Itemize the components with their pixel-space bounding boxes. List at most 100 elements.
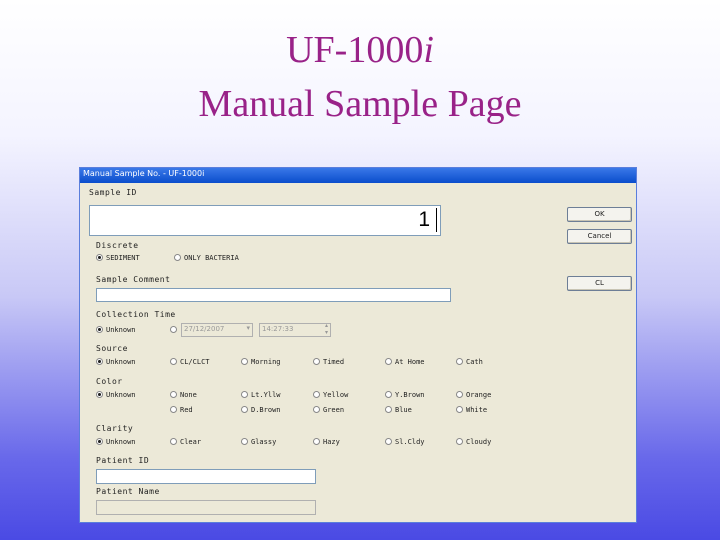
slide-title-line1: UF-1000i xyxy=(0,26,720,74)
color-red-radio[interactable]: Red xyxy=(170,405,193,414)
sample-id-value: 1 xyxy=(418,208,430,231)
color-unknown-radio[interactable]: Unknown xyxy=(96,390,136,399)
color-orange-label: Orange xyxy=(466,391,492,399)
radio-selected-icon xyxy=(96,253,103,261)
sample-id-input[interactable]: 1 xyxy=(89,205,441,236)
collection-time-spinner[interactable]: 14:27:33 ▴ ▾ xyxy=(259,322,331,337)
collection-date-value: 27/12/2007 xyxy=(184,325,225,333)
title-main: UF-1000 xyxy=(286,29,424,71)
radio-icon xyxy=(385,405,392,413)
color-white-label: White xyxy=(466,406,488,414)
color-unknown-label: Unknown xyxy=(106,391,136,399)
radio-icon xyxy=(170,357,177,365)
color-green-label: Green xyxy=(323,406,345,414)
color-none-label: None xyxy=(180,391,197,399)
color-yellow-label: Yellow xyxy=(323,391,349,399)
color-none-radio[interactable]: None xyxy=(170,390,197,399)
radio-icon xyxy=(385,357,392,365)
source-morning-radio[interactable]: Morning xyxy=(241,357,281,366)
clarity-slcldy-radio[interactable]: Sl.Cldy xyxy=(385,437,425,446)
clarity-glassy-label: Glassy xyxy=(251,438,277,446)
radio-icon xyxy=(170,405,177,413)
clarity-glassy-radio[interactable]: Glassy xyxy=(241,437,277,446)
source-timed-label: Timed xyxy=(323,358,345,366)
discrete-label: Discrete xyxy=(96,241,139,250)
color-blue-label: Blue xyxy=(395,406,412,414)
radio-icon xyxy=(170,390,177,398)
radio-icon xyxy=(456,405,463,413)
color-red-label: Red xyxy=(180,406,193,414)
clarity-hazy-label: Hazy xyxy=(323,438,340,446)
source-label: Source xyxy=(96,344,128,353)
source-clclct-radio[interactable]: CL/CLCT xyxy=(170,357,210,366)
collection-time-label: Collection Time xyxy=(96,310,176,319)
color-blue-radio[interactable]: Blue xyxy=(385,405,412,414)
clarity-cloudy-radio[interactable]: Cloudy xyxy=(456,437,492,446)
color-ltyllw-label: Lt.Yllw xyxy=(251,391,281,399)
collection-unknown-radio[interactable]: Unknown xyxy=(96,325,136,334)
color-dbrown-radio[interactable]: D.Brown xyxy=(241,405,281,414)
source-athome-radio[interactable]: At Home xyxy=(385,357,425,366)
radio-icon xyxy=(170,325,177,333)
patient-id-label: Patient ID xyxy=(96,456,150,465)
source-unknown-radio[interactable]: Unknown xyxy=(96,357,136,366)
collection-unknown-label: Unknown xyxy=(106,326,136,334)
patient-id-input[interactable] xyxy=(96,469,316,484)
collection-time-value: 14:27:33 xyxy=(262,325,294,333)
radio-icon xyxy=(313,405,320,413)
sample-comment-input[interactable] xyxy=(96,288,451,302)
radio-icon xyxy=(385,437,392,445)
radio-selected-icon xyxy=(96,357,103,365)
color-dbrown-label: D.Brown xyxy=(251,406,281,414)
manual-sample-window: Manual Sample No. - UF-1000i Sample ID 1… xyxy=(79,167,637,523)
sample-id-label: Sample ID xyxy=(89,188,137,197)
radio-selected-icon xyxy=(96,390,103,398)
radio-icon xyxy=(313,437,320,445)
color-label: Color xyxy=(96,377,123,386)
clarity-hazy-radio[interactable]: Hazy xyxy=(313,437,340,446)
radio-selected-icon xyxy=(96,325,103,333)
ok-button[interactable]: OK xyxy=(567,207,632,222)
clarity-cloudy-label: Cloudy xyxy=(466,438,492,446)
radio-icon xyxy=(313,390,320,398)
discrete-only-bacteria-radio[interactable]: ONLY BACTERIA xyxy=(174,253,239,262)
spinner-arrows-icon: ▴ ▾ xyxy=(324,322,328,336)
radio-icon xyxy=(241,437,248,445)
window-titlebar[interactable]: Manual Sample No. - UF-1000i xyxy=(80,168,636,183)
chevron-down-icon: ▾ xyxy=(246,324,250,332)
collection-datetime-radio[interactable] xyxy=(170,325,180,334)
color-ybrown-label: Y.Brown xyxy=(395,391,425,399)
clear-button[interactable]: CL xyxy=(567,276,632,291)
cancel-button[interactable]: Cancel xyxy=(567,229,632,244)
radio-icon xyxy=(241,405,248,413)
color-white-radio[interactable]: White xyxy=(456,405,488,414)
clarity-clear-radio[interactable]: Clear xyxy=(170,437,202,446)
slide-title-line2: Manual Sample Page xyxy=(198,83,522,125)
clarity-slcldy-label: Sl.Cldy xyxy=(395,438,425,446)
radio-icon xyxy=(456,390,463,398)
collection-date-picker[interactable]: 27/12/2007 ▾ xyxy=(181,323,253,337)
clarity-unknown-label: Unknown xyxy=(106,438,136,446)
clarity-clear-label: Clear xyxy=(180,438,202,446)
color-green-radio[interactable]: Green xyxy=(313,405,345,414)
source-morning-label: Morning xyxy=(251,358,281,366)
color-orange-radio[interactable]: Orange xyxy=(456,390,492,399)
clarity-label: Clarity xyxy=(96,424,134,433)
source-timed-radio[interactable]: Timed xyxy=(313,357,345,366)
color-ltyllw-radio[interactable]: Lt.Yllw xyxy=(241,390,281,399)
radio-selected-icon xyxy=(96,437,103,445)
radio-icon xyxy=(456,437,463,445)
source-athome-label: At Home xyxy=(395,358,425,366)
discrete-sediment-label: SEDIMENT xyxy=(106,254,140,262)
title-italic: i xyxy=(423,29,434,71)
color-ybrown-radio[interactable]: Y.Brown xyxy=(385,390,425,399)
patient-name-input[interactable] xyxy=(96,500,316,515)
sample-comment-label: Sample Comment xyxy=(96,275,171,284)
color-yellow-radio[interactable]: Yellow xyxy=(313,390,349,399)
discrete-sediment-radio[interactable]: SEDIMENT xyxy=(96,253,140,262)
source-cath-radio[interactable]: Cath xyxy=(456,357,483,366)
clarity-unknown-radio[interactable]: Unknown xyxy=(96,437,136,446)
text-caret xyxy=(436,208,437,232)
source-cath-label: Cath xyxy=(466,358,483,366)
radio-icon xyxy=(174,253,181,261)
